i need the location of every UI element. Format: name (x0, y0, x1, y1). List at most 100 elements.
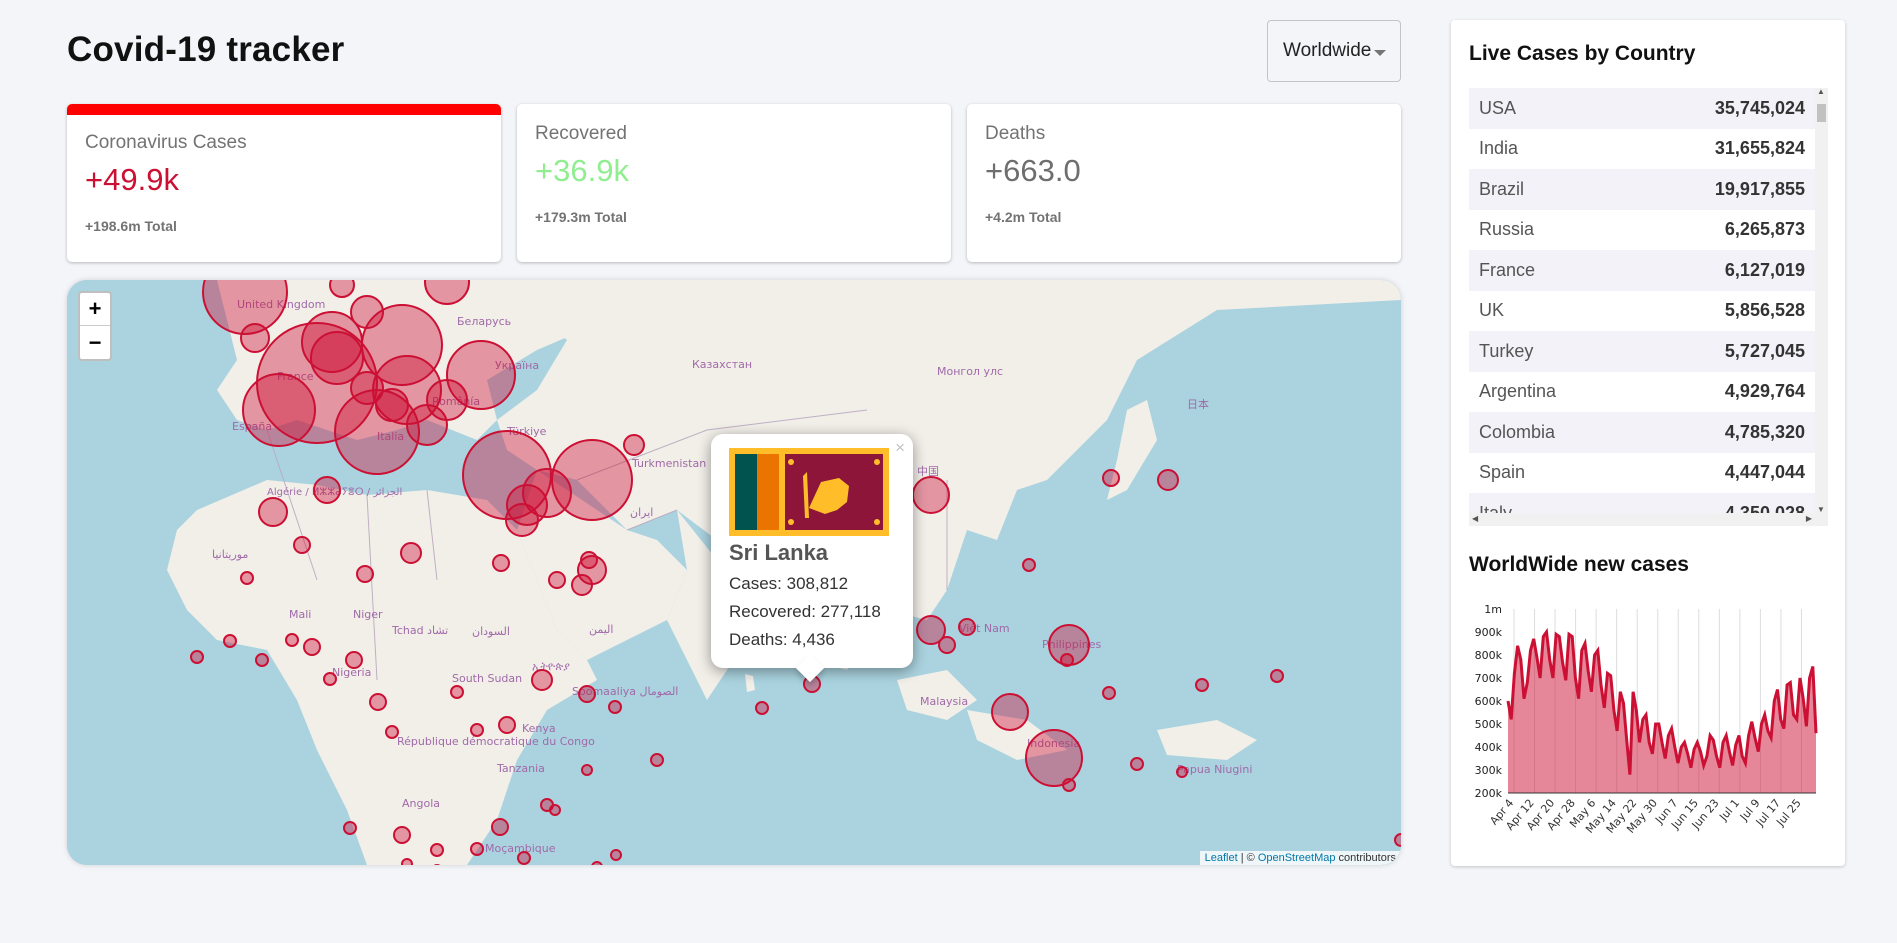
case-circle[interactable] (385, 725, 399, 739)
case-circle[interactable] (577, 555, 607, 585)
case-circle[interactable] (1157, 469, 1179, 491)
map-label: موريتانيا (212, 548, 248, 561)
row-cases: 5,727,045 (1724, 340, 1805, 361)
case-circle[interactable] (991, 693, 1029, 731)
case-circle[interactable] (623, 434, 645, 456)
case-circle[interactable] (258, 497, 288, 527)
case-circle[interactable] (401, 858, 413, 865)
horizontal-scrollbar[interactable]: ◀ ▶ (1469, 513, 1828, 526)
table-row: Brazil 19,917,855 (1469, 169, 1815, 210)
case-circle[interactable] (240, 323, 270, 353)
case-circle[interactable] (1022, 558, 1036, 572)
map-label: South Sudan (452, 672, 522, 685)
case-circle[interactable] (313, 476, 341, 504)
close-icon[interactable]: × (895, 438, 905, 458)
scroll-up-icon[interactable]: ▲ (1817, 88, 1825, 96)
case-circle[interactable] (375, 388, 409, 422)
case-circle[interactable] (470, 723, 484, 737)
case-circle[interactable] (393, 826, 411, 844)
case-circle[interactable] (242, 373, 316, 447)
case-circle[interactable] (446, 340, 516, 410)
vertical-scrollbar[interactable]: ▲ ▼ (1815, 88, 1828, 514)
case-circle[interactable] (369, 693, 387, 711)
map-label: Беларусь (457, 315, 511, 328)
case-circle[interactable] (343, 821, 357, 835)
case-circle[interactable] (548, 571, 566, 589)
table-row: UK 5,856,528 (1469, 291, 1815, 332)
case-circle[interactable] (285, 633, 299, 647)
case-circle[interactable] (470, 842, 484, 856)
deaths-card[interactable]: Deaths +663.0 +4.2m Total (967, 104, 1401, 262)
map-label: 中国 (917, 465, 939, 478)
case-circle[interactable] (578, 685, 596, 703)
row-country: Brazil (1479, 178, 1525, 199)
zoom-in-button[interactable]: + (80, 293, 110, 326)
case-circle[interactable] (610, 849, 622, 861)
case-circle[interactable] (1130, 757, 1144, 771)
case-circle[interactable] (450, 685, 464, 699)
case-circle[interactable] (581, 764, 593, 776)
case-circle[interactable] (356, 565, 374, 583)
case-circle[interactable] (912, 476, 950, 514)
table-row: Colombia 4,785,320 (1469, 412, 1815, 453)
case-circle[interactable] (608, 700, 622, 714)
case-circle[interactable] (255, 653, 269, 667)
country-select[interactable]: Worldwide (1267, 20, 1401, 82)
case-circle[interactable] (1025, 729, 1083, 787)
case-circle[interactable] (517, 851, 531, 865)
case-circle[interactable] (506, 484, 548, 526)
scroll-left-icon[interactable]: ◀ (1472, 514, 1478, 523)
osm-link[interactable]: OpenStreetMap (1258, 852, 1336, 864)
map-label: Tanzania (496, 762, 545, 775)
scrollbar-thumb[interactable] (1817, 104, 1826, 122)
case-circle[interactable] (430, 843, 444, 857)
case-circle[interactable] (223, 634, 237, 648)
case-circle[interactable] (1176, 766, 1188, 778)
popup-recovered: Recovered: 277,118 (729, 602, 881, 621)
table-row: Russia 6,265,873 (1469, 210, 1815, 251)
zoom-out-button[interactable]: − (80, 326, 110, 359)
country-table[interactable]: USA 35,745,024 India 31,655,824 Brazil 19,917… (1469, 88, 1828, 526)
cases-card[interactable]: Coronavirus Cases +49.9k +198.6m Total (67, 104, 501, 262)
table-row: USA 35,745,024 (1469, 88, 1815, 129)
case-circle[interactable] (492, 554, 510, 572)
case-circle[interactable] (1195, 678, 1209, 692)
new-cases-chart[interactable]: 200k300k400k500k600k700k800k900k1mApr 4A… (1463, 593, 1833, 863)
case-circle[interactable] (755, 701, 769, 715)
recovered-card[interactable]: Recovered +36.9k +179.3m Total (517, 104, 951, 262)
case-circle[interactable] (958, 618, 976, 636)
leaflet-link[interactable]: Leaflet (1205, 852, 1238, 864)
case-circle[interactable] (293, 536, 311, 554)
case-circle[interactable] (591, 861, 603, 865)
case-circle[interactable] (1062, 778, 1076, 792)
case-circle[interactable] (1394, 833, 1401, 847)
scroll-right-icon[interactable]: ▶ (1806, 514, 1812, 523)
sidebar-panel: Live Cases by Country USA 35,745,024 India… (1451, 20, 1845, 866)
case-circle[interactable] (240, 571, 254, 585)
map-label: Kenya (522, 722, 556, 735)
case-circle[interactable] (938, 636, 956, 654)
case-circle[interactable] (329, 280, 355, 298)
chart-x-tick: Jul 1 (1716, 797, 1742, 824)
deaths-total: +4.2m Total (985, 209, 1062, 225)
chart-y-tick: 900k (1475, 626, 1503, 639)
case-circle[interactable] (190, 650, 204, 664)
case-circle[interactable] (551, 439, 633, 521)
country-select-value: Worldwide (1283, 40, 1372, 61)
case-circle[interactable] (549, 804, 561, 816)
case-circle[interactable] (498, 716, 516, 734)
case-circle[interactable] (345, 651, 363, 669)
table-row: France 6,127,019 (1469, 250, 1815, 291)
case-circle[interactable] (303, 638, 321, 656)
case-circle[interactable] (1102, 686, 1116, 700)
case-circle[interactable] (650, 753, 664, 767)
case-circle[interactable] (1270, 669, 1284, 683)
case-circle[interactable] (491, 818, 509, 836)
recovered-total: +179.3m Total (535, 209, 627, 225)
case-circle[interactable] (531, 669, 553, 691)
case-circle[interactable] (1102, 469, 1120, 487)
map-label: Tchad تشاد (391, 624, 448, 637)
case-circle[interactable] (323, 672, 337, 686)
case-circle[interactable] (400, 542, 422, 564)
case-circle[interactable] (1060, 653, 1074, 667)
